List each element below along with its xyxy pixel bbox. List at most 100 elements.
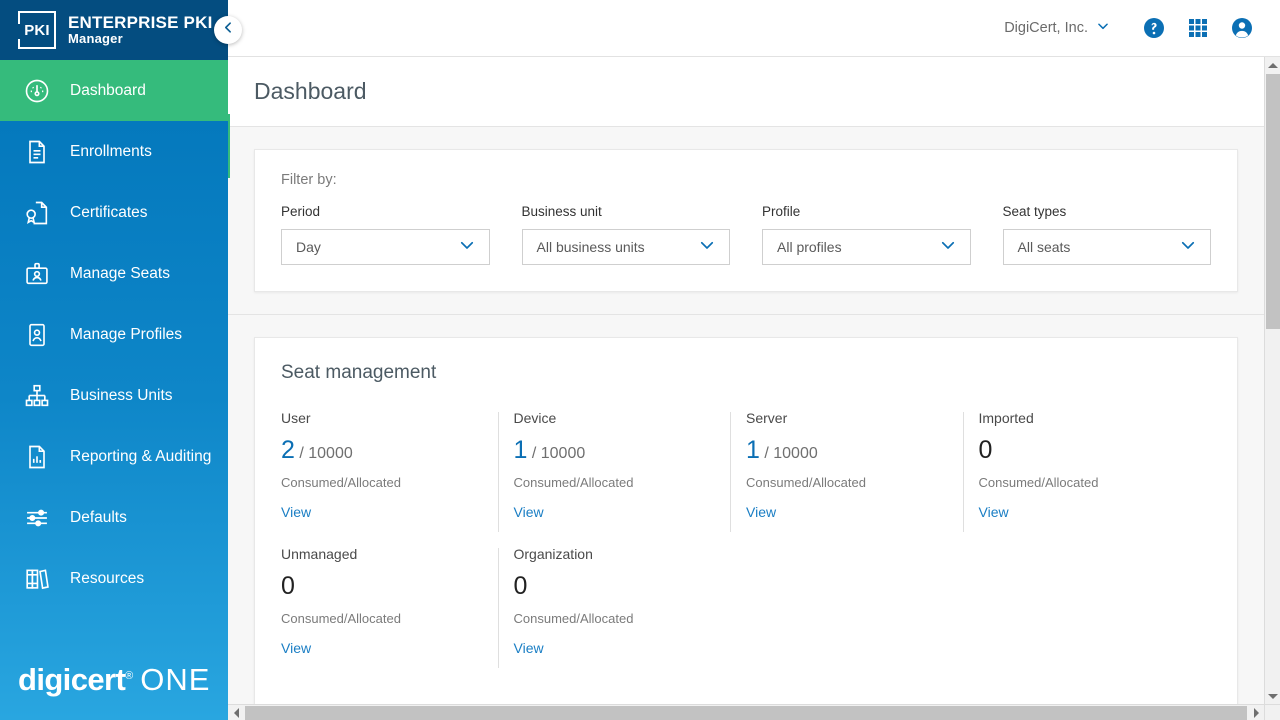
triangle-up-icon bbox=[1268, 62, 1278, 68]
period-select-value: Day bbox=[296, 239, 321, 255]
main-area: DigiCert, Inc. Dashboard Filter by: Peri… bbox=[228, 0, 1280, 720]
seat-view-link[interactable]: View bbox=[514, 640, 729, 656]
user-account-icon bbox=[1230, 16, 1254, 40]
scrollbar-corner bbox=[1264, 704, 1280, 720]
seat-cell-unmanaged: Unmanaged 0 Consumed/Allocated View bbox=[281, 546, 514, 682]
seat-sublabel: Consumed/Allocated bbox=[978, 475, 1099, 490]
brand-text: ENTERPRISE PKI Manager bbox=[68, 14, 213, 45]
scroll-up-button[interactable] bbox=[1265, 57, 1280, 73]
seat-sublabel: Consumed/Allocated bbox=[513, 475, 634, 490]
filter-group-period: Period Day bbox=[281, 204, 490, 265]
scroll-down-button[interactable] bbox=[1265, 688, 1280, 704]
document-chart-icon bbox=[22, 442, 52, 472]
business-unit-select[interactable]: All business units bbox=[521, 229, 730, 265]
sidebar-item-enrollments[interactable]: Enrollments bbox=[0, 121, 228, 182]
seat-value: 2 / 10000 bbox=[281, 438, 496, 463]
period-select[interactable]: Day bbox=[281, 229, 490, 265]
top-bar: DigiCert, Inc. bbox=[228, 0, 1280, 57]
chevron-down-icon bbox=[698, 236, 716, 259]
seat-management-card: Seat management User 2 / 10000 Consumed/… bbox=[254, 337, 1238, 704]
sidebar-item-label: Manage Seats bbox=[70, 264, 170, 282]
filter-label: Business unit bbox=[521, 204, 602, 219]
sidebar-item-defaults[interactable]: Defaults bbox=[0, 487, 228, 548]
seat-cell-organization: Organization 0 Consumed/Allocated View bbox=[497, 546, 747, 682]
sidebar-item-manage-seats[interactable]: Manage Seats bbox=[0, 243, 228, 304]
sidebar-item-certificates[interactable]: Certificates bbox=[0, 182, 228, 243]
sidebar: PKI ENTERPRISE PKI Manager Dashboard Enr… bbox=[0, 0, 242, 720]
id-badge-icon bbox=[22, 259, 52, 289]
filter-row: Period Day Business unit All business un… bbox=[281, 204, 1211, 265]
filter-group-profile: Profile All profiles bbox=[762, 204, 971, 265]
sidebar-item-label: Manage Profiles bbox=[70, 325, 183, 343]
seat-management-section: Seat management User 2 / 10000 Consumed/… bbox=[228, 315, 1264, 704]
horizontal-scrollbar-thumb[interactable] bbox=[245, 706, 1247, 720]
seat-management-title: Seat management bbox=[281, 362, 437, 383]
sidebar-item-label: Business Units bbox=[70, 386, 173, 404]
seat-consumed: 0 bbox=[281, 572, 295, 600]
seat-value: 0 bbox=[979, 438, 1194, 463]
sidebar-item-label: Defaults bbox=[70, 508, 127, 526]
sidebar-collapse-button[interactable] bbox=[214, 16, 242, 44]
seat-sublabel: Consumed/Allocated bbox=[281, 611, 401, 626]
seat-name: User bbox=[281, 410, 311, 426]
account-button[interactable] bbox=[1220, 8, 1264, 48]
seat-allocated: / 10000 bbox=[764, 445, 818, 462]
profile-select[interactable]: All profiles bbox=[762, 229, 971, 265]
vertical-scrollbar[interactable] bbox=[1264, 57, 1280, 704]
seat-sublabel: Consumed/Allocated bbox=[746, 475, 866, 490]
help-button[interactable] bbox=[1132, 8, 1176, 48]
sidebar-item-label: Resources bbox=[70, 569, 145, 587]
triangle-left-icon bbox=[233, 708, 239, 718]
app-grid-icon bbox=[1186, 16, 1210, 40]
sidebar-item-resources[interactable]: Resources bbox=[0, 548, 228, 609]
brand-title: ENTERPRISE PKI bbox=[68, 13, 213, 33]
seat-cell-server: Server 1 / 10000 Consumed/Allocated View bbox=[730, 410, 979, 546]
seat-view-link[interactable]: View bbox=[281, 640, 496, 656]
filter-group-seat-types: Seat types All seats bbox=[1002, 204, 1211, 265]
sidebar-item-label: Reporting & Auditing bbox=[70, 447, 212, 465]
pki-logo-mark: PKI bbox=[18, 11, 56, 49]
vertical-scrollbar-thumb[interactable] bbox=[1266, 74, 1280, 329]
sidebar-item-business-units[interactable]: Business Units bbox=[0, 365, 228, 426]
filter-label: Period bbox=[281, 204, 321, 219]
registered-mark: ® bbox=[125, 670, 134, 682]
seat-value: 1 / 10000 bbox=[514, 438, 729, 463]
sidebar-item-manage-profiles[interactable]: Manage Profiles bbox=[0, 304, 228, 365]
page-title: Dashboard bbox=[254, 78, 367, 104]
sidebar-item-reporting-auditing[interactable]: Reporting & Auditing bbox=[0, 426, 228, 487]
seat-sublabel: Consumed/Allocated bbox=[513, 611, 634, 626]
horizontal-scrollbar[interactable] bbox=[228, 704, 1264, 720]
scroll-left-button[interactable] bbox=[228, 705, 244, 720]
triangle-right-icon bbox=[1253, 708, 1259, 718]
filter-by-label: Filter by: bbox=[281, 172, 337, 188]
scroll-right-button[interactable] bbox=[1248, 705, 1264, 720]
seat-types-select[interactable]: All seats bbox=[1002, 229, 1211, 265]
sliders-icon bbox=[22, 503, 52, 533]
app-switcher-button[interactable] bbox=[1176, 8, 1220, 48]
seat-view-link[interactable]: View bbox=[979, 504, 1194, 520]
business-unit-select-value: All business units bbox=[536, 239, 645, 255]
one-wordmark: ONE bbox=[140, 662, 211, 697]
seat-grid: User 2 / 10000 Consumed/Allocated View D… bbox=[281, 410, 1211, 682]
organization-selector[interactable]: DigiCert, Inc. bbox=[1004, 19, 1110, 37]
sidebar-item-dashboard[interactable]: Dashboard bbox=[0, 60, 228, 121]
sidebar-item-label: Certificates bbox=[70, 203, 148, 221]
sidebar-nav: Dashboard Enrollments Certificates Manag… bbox=[0, 60, 228, 609]
seat-view-link[interactable]: View bbox=[746, 504, 961, 520]
brand-subtitle: Manager bbox=[68, 31, 123, 47]
seat-sublabel: Consumed/Allocated bbox=[281, 475, 401, 490]
seat-value: 1 / 10000 bbox=[746, 438, 961, 463]
seat-cell-user: User 2 / 10000 Consumed/Allocated View bbox=[281, 410, 514, 546]
chevron-down-icon bbox=[939, 236, 957, 259]
active-nav-edge-accent bbox=[228, 114, 230, 178]
seat-cell-device: Device 1 / 10000 Consumed/Allocated View bbox=[497, 410, 747, 546]
seat-view-link[interactable]: View bbox=[514, 504, 729, 520]
gauge-icon bbox=[22, 76, 52, 106]
filter-label: Profile bbox=[762, 204, 801, 219]
filter-group-business-unit: Business unit All business units bbox=[521, 204, 730, 265]
filter-card: Filter by: Period Day Business unit All … bbox=[254, 149, 1238, 292]
seat-view-link[interactable]: View bbox=[281, 504, 496, 520]
digicert-one-logo: digicert ® ONE bbox=[18, 662, 210, 698]
sidebar-item-label: Dashboard bbox=[70, 81, 146, 99]
seat-name: Server bbox=[746, 410, 788, 426]
